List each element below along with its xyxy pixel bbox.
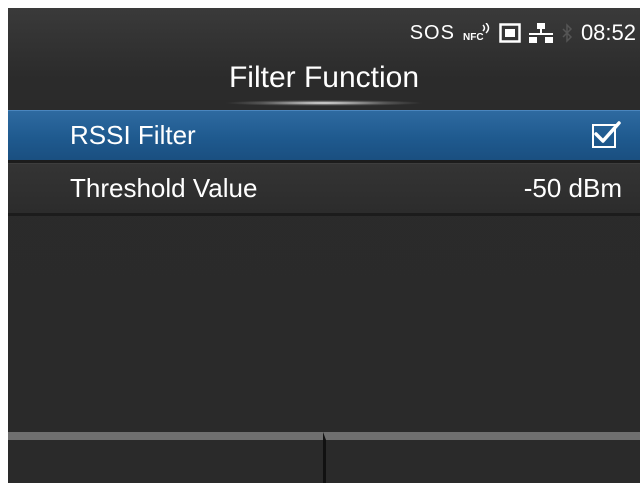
nfc-icon: NFC xyxy=(463,23,491,43)
bluetooth-icon xyxy=(561,23,573,43)
menu-item-threshold-value[interactable]: Threshold Value -50 dBm xyxy=(8,163,640,213)
threshold-value: -50 dBm xyxy=(523,173,622,203)
left-function-button[interactable] xyxy=(8,432,323,483)
sos-indicator: SOS xyxy=(409,21,455,44)
clock: 08:52 xyxy=(580,20,636,45)
network-icon xyxy=(528,23,553,43)
title-underline xyxy=(224,100,424,106)
right-function-button[interactable] xyxy=(322,432,640,483)
menu-item-label: RSSI Filter xyxy=(70,120,196,150)
menu-item-label: Threshold Value xyxy=(70,173,258,203)
sd-card-icon xyxy=(499,23,521,43)
row-divider xyxy=(8,213,640,216)
page-title: Filter Function xyxy=(228,61,420,94)
status-bar: SOS NFC 08:52 xyxy=(410,20,636,46)
function-key-bar xyxy=(8,432,640,483)
svg-text:NFC: NFC xyxy=(463,32,484,43)
checkbox-checked-icon[interactable] xyxy=(592,120,621,148)
menu-item-rssi-filter[interactable]: RSSI Filter xyxy=(8,110,640,160)
printer-screen: SOS NFC 08:52 Filter Function RSSI Filte… xyxy=(8,8,640,483)
